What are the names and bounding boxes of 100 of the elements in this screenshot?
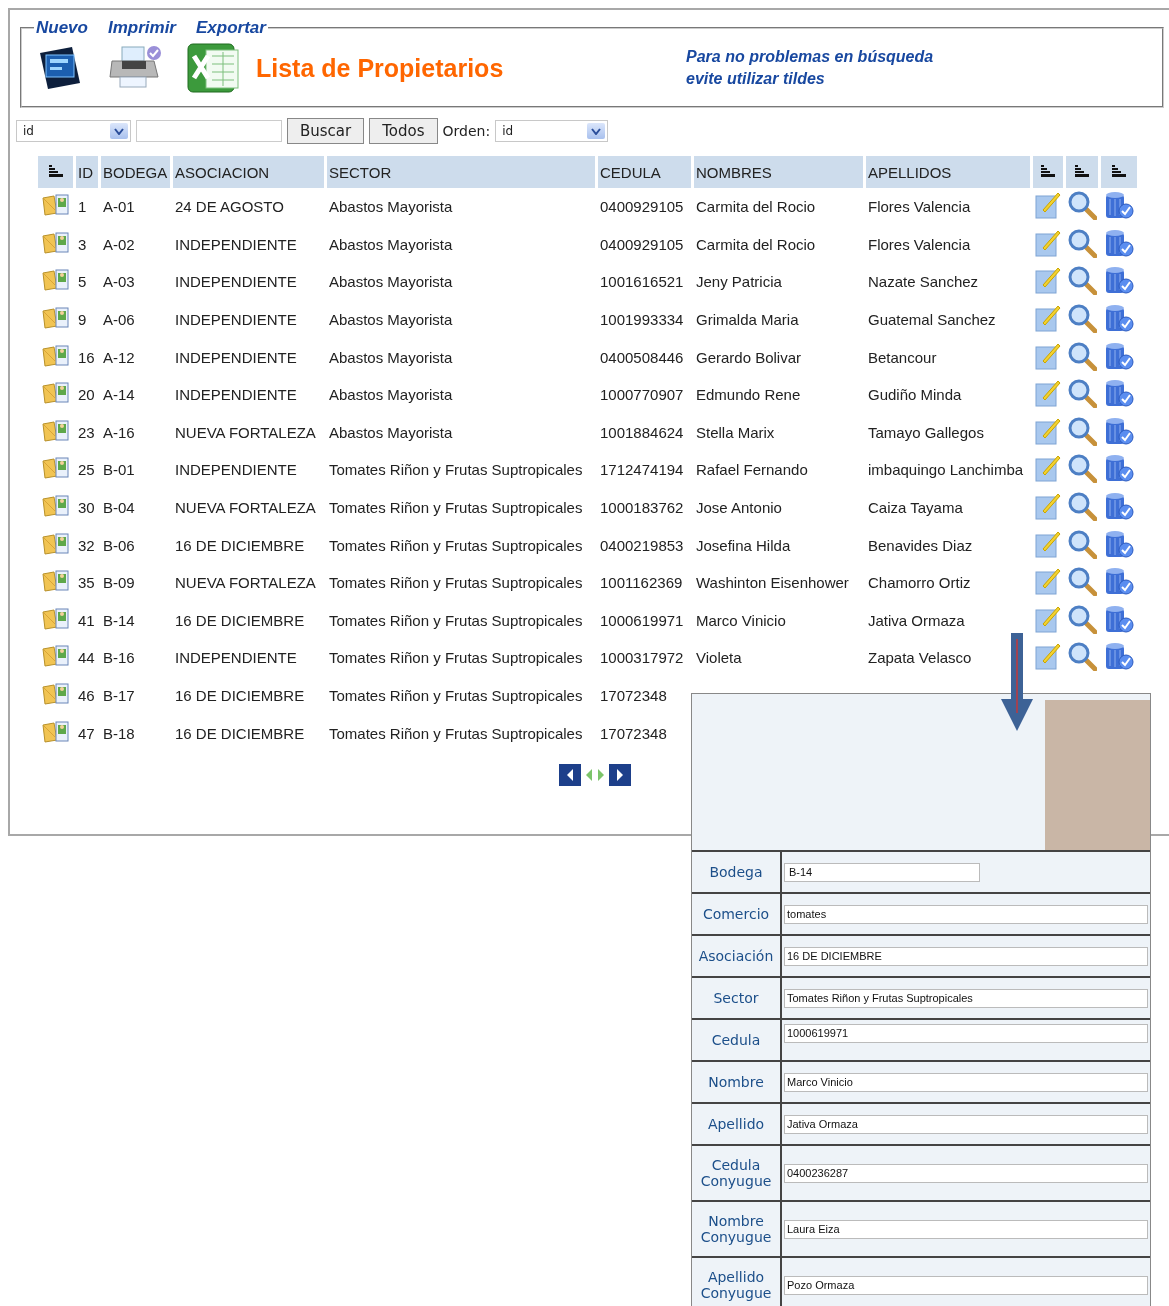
trash-icon[interactable] <box>1104 190 1134 221</box>
folder-photo-icon[interactable] <box>41 381 70 406</box>
input-field[interactable]: 1000619971 <box>784 1024 1148 1043</box>
field-label: Cedula Conyugue <box>692 1146 782 1200</box>
column-header[interactable]: NOMBRES <box>694 156 863 188</box>
trash-icon[interactable] <box>1104 340 1134 371</box>
search-icon[interactable] <box>1067 378 1097 409</box>
table-cell: 16 DE DICIEMBRE <box>175 536 305 554</box>
column-header[interactable]: ID <box>76 156 98 188</box>
table-cell: A-03 <box>103 273 135 291</box>
column-header[interactable] <box>38 156 73 188</box>
input-field[interactable]: 16 DE DICIEMBRE <box>784 946 1148 966</box>
folder-photo-icon[interactable] <box>41 418 70 443</box>
trash-icon[interactable] <box>1104 566 1134 597</box>
search-icon[interactable] <box>1067 303 1097 334</box>
input-field[interactable]: B-14 <box>784 862 980 882</box>
folder-photo-icon[interactable] <box>41 193 70 218</box>
folder-photo-icon[interactable] <box>41 456 70 481</box>
input-field[interactable]: 0400236287 <box>784 1163 1148 1183</box>
column-header[interactable]: BODEGA <box>101 156 170 188</box>
trash-icon[interactable] <box>1104 641 1134 672</box>
folder-photo-icon[interactable] <box>41 569 70 594</box>
edit-icon[interactable] <box>1034 491 1062 522</box>
column-header[interactable] <box>1033 156 1063 188</box>
input-field[interactable]: Tomates Riñon y Frutas Suptropicales <box>784 988 1148 1008</box>
toolbar-button[interactable]: Buscar <box>287 118 365 144</box>
toolbar-link[interactable]: Exportar <box>196 18 266 38</box>
folder-photo-icon[interactable] <box>41 343 70 368</box>
search-hint: evite utilizar tildes <box>686 69 826 89</box>
trash-icon[interactable] <box>1104 528 1134 559</box>
table-cell: INDEPENDIENTE <box>175 311 297 329</box>
input-field[interactable]: Marco Vinicio <box>784 1072 1148 1092</box>
search-icon[interactable] <box>1067 528 1097 559</box>
trash-icon[interactable] <box>1104 603 1134 634</box>
trash-icon[interactable] <box>1104 265 1134 296</box>
search-icon[interactable] <box>1067 453 1097 484</box>
table-cell: 1001993334 <box>600 311 684 329</box>
next-page-button[interactable] <box>609 763 631 786</box>
folder-photo-icon[interactable] <box>41 306 70 331</box>
search-icon[interactable] <box>1067 415 1097 446</box>
trash-icon[interactable] <box>1104 453 1134 484</box>
folder-photo-icon[interactable] <box>41 682 70 706</box>
edit-icon[interactable] <box>1034 641 1062 672</box>
column-header[interactable]: APELLIDOS <box>866 156 1030 188</box>
toolbar-link[interactable]: Imprimir <box>107 18 176 38</box>
sort-icon[interactable] <box>47 163 64 178</box>
folder-photo-icon[interactable] <box>41 719 70 744</box>
column-header[interactable]: CEDULA <box>598 156 691 188</box>
input-field[interactable]: Laura Eiza <box>784 1219 1148 1239</box>
search-icon[interactable] <box>1067 190 1097 221</box>
edit-icon[interactable] <box>1034 265 1062 296</box>
sort-icon[interactable] <box>1040 163 1056 178</box>
table-cell: Tomates Riñon y Frutas Suptropicales <box>329 649 583 667</box>
search-icon[interactable] <box>1067 603 1097 634</box>
edit-icon[interactable] <box>1034 566 1062 597</box>
table-cell: Tomates Riñon y Frutas Suptropicales <box>329 611 583 629</box>
search-icon[interactable] <box>1067 491 1097 522</box>
trash-icon[interactable] <box>1104 227 1134 258</box>
table-cell: 20 <box>78 386 95 404</box>
search-icon[interactable] <box>1067 641 1097 672</box>
search-icon[interactable] <box>1067 227 1097 258</box>
folder-photo-icon[interactable] <box>41 606 70 631</box>
search-icon[interactable] <box>1067 340 1097 371</box>
trash-icon[interactable] <box>1104 378 1134 409</box>
spreadsheet-icon[interactable] <box>186 42 242 94</box>
sort-icon[interactable] <box>1074 163 1090 178</box>
toolbar-button[interactable]: Todos <box>369 118 438 144</box>
sort-icon[interactable] <box>1111 163 1127 178</box>
input-field[interactable]: tomates <box>784 904 1148 924</box>
folder-photo-icon[interactable] <box>41 494 70 519</box>
toolbar-link[interactable]: Nuevo <box>36 18 88 38</box>
column-header[interactable] <box>1101 156 1137 188</box>
table-cell: imbaquingo Lanchimba <box>868 461 1024 479</box>
folder-photo-icon[interactable] <box>41 230 70 255</box>
trash-icon[interactable] <box>1104 303 1134 334</box>
order-select[interactable]: id <box>495 120 609 142</box>
input-field[interactable]: Pozo Ormaza <box>784 1275 1148 1295</box>
arrows-icon <box>584 767 606 782</box>
search-icon[interactable] <box>1067 265 1097 296</box>
trash-icon[interactable] <box>1104 415 1134 446</box>
table-cell: B-18 <box>103 724 135 742</box>
input-field[interactable]: Jativa Ormaza <box>784 1114 1148 1134</box>
column-header[interactable]: SECTOR <box>327 156 595 188</box>
search-field[interactable] <box>136 120 282 142</box>
trash-icon[interactable] <box>1104 491 1134 522</box>
column-header[interactable] <box>1066 156 1098 188</box>
table-cell: 16 DE DICIEMBRE <box>175 724 305 742</box>
search-icon[interactable] <box>1067 566 1097 597</box>
column-header[interactable]: ASOCIACION <box>173 156 324 188</box>
order-label: Orden: <box>442 123 491 139</box>
filter-select[interactable]: id <box>16 120 131 142</box>
previous-page-button[interactable] <box>559 763 581 786</box>
folder-photo-icon[interactable] <box>41 268 70 293</box>
table-cell: Josefina Hilda <box>696 536 791 554</box>
folder-photo-icon[interactable] <box>41 644 70 669</box>
folder-photo-icon[interactable] <box>41 531 70 556</box>
table-cell: 1000619971 <box>600 611 684 629</box>
edit-icon[interactable] <box>1034 453 1062 484</box>
edit-icon[interactable] <box>1034 378 1062 409</box>
edit-icon[interactable] <box>1034 303 1062 334</box>
